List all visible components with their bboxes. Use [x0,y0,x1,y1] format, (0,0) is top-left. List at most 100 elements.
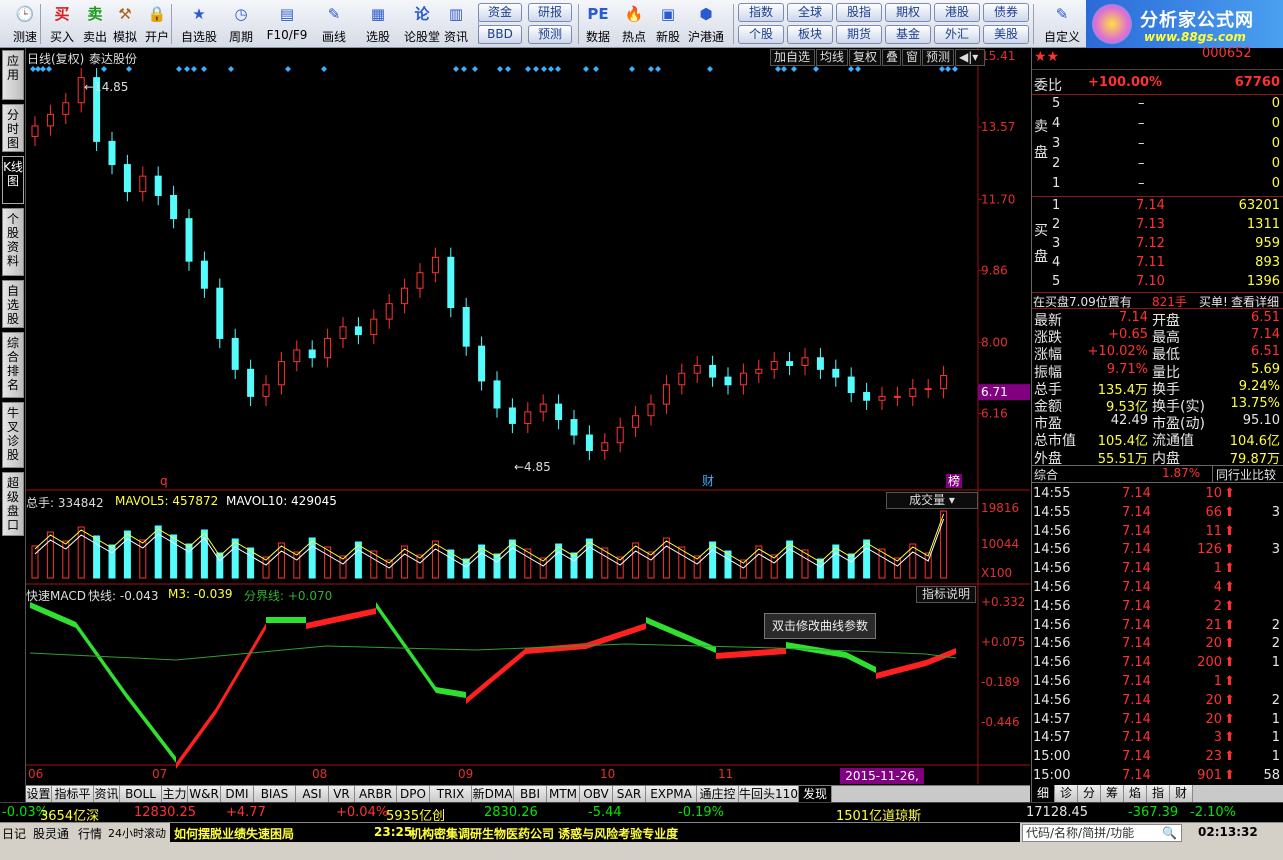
left-tab-6[interactable]: 牛叉诊股 [2,402,24,468]
market-button[interactable]: 基金 [885,25,931,44]
indicator-tab-15[interactable]: MTM [547,786,580,803]
indicator-tab-0[interactable]: 设置 [26,786,52,803]
sell-price[interactable]: – [1138,176,1145,191]
indicator-tab-2[interactable]: 资讯 [94,786,120,803]
indicator-tab-1[interactable]: 指标平台 [52,786,94,817]
toolbar-hammer-button[interactable]: ⚒ 模拟 [110,2,140,46]
left-tab-5[interactable]: 综合排名 [2,332,24,398]
toolbar-clock-button[interactable]: 🕒 测速 [8,2,42,46]
toolbar-stock-picker-button[interactable]: ▦ 选股 [358,2,398,46]
fairy-button[interactable]: 股灵通 [33,825,69,842]
indicator-tab-10[interactable]: ARBR [355,786,397,803]
indicator-tab-16[interactable]: OBV [580,786,613,803]
right-tab-3[interactable]: 筹 [1101,785,1124,802]
right-tab-1[interactable]: 诊 [1055,785,1078,802]
chart-button-4[interactable]: 窗 [902,49,921,66]
left-tab-0[interactable]: 应用 [2,50,24,100]
market-button[interactable]: 期权 [885,3,931,22]
indicator-tab-21[interactable]: 发现顶 [799,786,832,817]
market-button[interactable]: 债券 [983,3,1029,22]
toolbar-forum-button[interactable]: 论论股堂 [402,2,442,46]
indicator-tab-20[interactable]: 牛回头110 [739,786,799,803]
market-button[interactable]: 期货 [836,25,882,44]
quick-button[interactable]: 资金 [478,3,522,22]
indicator-tab-6[interactable]: DMI [221,786,254,803]
indicator-tab-4[interactable]: 主力 [162,786,188,803]
chart-canvas[interactable]: 15.41 13.57 11.70 9.86 8.00 6.16 6.71 ←14.85 ←4.… [26,48,1030,784]
toolbar-lock-button[interactable]: 🔒 开户 [141,2,173,46]
left-tab-7[interactable]: 超级盘口 [2,472,24,536]
indicator-tab-11[interactable]: DPO [397,786,430,803]
toolbar-draw-line-button[interactable]: ✎ 画线 [311,2,357,46]
market-button[interactable]: 板块 [787,25,833,44]
right-tab-5[interactable]: 指 [1147,785,1170,802]
chart-button-1[interactable]: 均线 [816,49,848,66]
right-tab-2[interactable]: 分 [1078,785,1101,802]
left-tab-1[interactable]: 分时图 [2,104,24,152]
news-headline-1[interactable]: 如何摆脱业绩失速困局 [174,825,294,842]
favorite-stars-icon[interactable]: ★★ [1034,49,1059,65]
indicator-tab-12[interactable]: TRIX [430,786,472,803]
quote-button[interactable]: 行情 [78,825,102,842]
diary-button[interactable]: 日记 [2,825,26,842]
buy-price[interactable]: 7.12 [1136,236,1165,251]
toolbar-period-button[interactable]: ◷ 周期 [221,2,261,46]
indicator-tab-9[interactable]: VR [329,786,355,803]
toolbar-buy-button[interactable]: 买买入 [46,2,78,46]
buy-price[interactable]: 7.14 [1136,198,1165,213]
industry-compare-link[interactable]: 同行业比较 [1212,466,1276,483]
buy-price[interactable]: 7.11 [1136,255,1165,270]
left-tab-4[interactable]: 自选股 [2,280,24,328]
market-button[interactable]: 全球 [787,3,833,22]
search-input[interactable]: 代码/名称/简拼/功能 🔍 [1022,824,1182,842]
kline-chart-area[interactable]: 15.41 13.57 11.70 9.86 8.00 6.16 6.71 ←14.85 ←4.… [26,48,1030,799]
indicator-help-button[interactable]: 指标说明 [916,586,976,603]
indicator-tab-14[interactable]: BBI [514,786,547,803]
market-button[interactable]: 外汇 [934,25,980,44]
right-tab-4[interactable]: 焰 [1124,785,1147,802]
toolbar-new-stock-button[interactable]: ▣ 新股 [652,2,684,46]
queue-detail-link[interactable]: 查看详细 [1231,293,1279,310]
indicator-tab-3[interactable]: BOLL [120,786,162,803]
sell-price[interactable]: – [1138,136,1145,151]
market-button[interactable]: 指数 [738,3,784,22]
indicator-tab-7[interactable]: BIAS [254,786,296,803]
toolbar-f10-button[interactable]: ▤ F10/F9 [264,2,310,46]
sell-price[interactable]: – [1138,96,1145,111]
left-tab-3[interactable]: 个股资料 [2,208,24,276]
chart-button-0[interactable]: 加自选 [770,49,815,66]
indicator-tab-18[interactable]: EXPMA [646,786,697,803]
toolbar-data-button[interactable]: PE 数据 [582,2,614,46]
left-tab-2[interactable]: K线图 [2,156,24,204]
right-tab-6[interactable]: 财 [1170,785,1193,802]
toolbar-customize-button[interactable]: ✎ 自定义 [1040,2,1084,46]
queue-info-bar[interactable]: 在买盘7.09位置有 821手 买单! 查看详细 [1032,292,1283,309]
volume-indicator-dropdown[interactable]: 成交量 ▾ [886,492,978,509]
chart-nav-icon[interactable]: ◀|▾ [955,49,985,66]
quick-button[interactable]: 研报 [528,3,572,22]
brand-banner[interactable]: 分析家公式网 www.88gs.com [1086,0,1283,48]
market-button[interactable]: 股指 [836,3,882,22]
chart-button-2[interactable]: 复权 [849,49,881,66]
toolbar-hotspot-button[interactable]: 🔥 热点 [618,2,650,46]
toolbar-star-button[interactable]: ★ 自选股 [177,2,221,46]
sell-price[interactable]: – [1138,116,1145,131]
indicator-tab-13[interactable]: 新DMA [472,786,514,803]
buy-price[interactable]: 7.10 [1136,274,1165,289]
chart-button-5[interactable]: 预测 [922,49,954,66]
market-button[interactable]: 港股 [934,3,980,22]
indicator-tab-17[interactable]: SAR [613,786,646,803]
toolbar-sell-button[interactable]: 卖卖出 [80,2,110,46]
right-tab-0[interactable]: 细 [1032,785,1055,802]
toolbar-news-button[interactable]: ▥ 资讯 [440,2,472,46]
industry-bar[interactable]: 综合 1.87% 同行业比较 [1032,465,1283,483]
toolbar-sse-hkex-button[interactable]: ⬢ 沪港通 [686,2,726,46]
indicator-tab-5[interactable]: W&R [188,786,221,803]
market-button[interactable]: 个股 [738,25,784,44]
sell-price[interactable]: – [1138,156,1145,171]
quick-button[interactable]: 预测 [528,25,572,44]
macd-name-label[interactable]: 快速MACD [26,587,86,604]
news-headline-2[interactable]: 机构密集调研生物医药公司 诱惑与风险考验专业度 [410,825,678,842]
search-icon[interactable]: 🔍 [1162,825,1177,841]
buy-price[interactable]: 7.13 [1136,217,1165,232]
